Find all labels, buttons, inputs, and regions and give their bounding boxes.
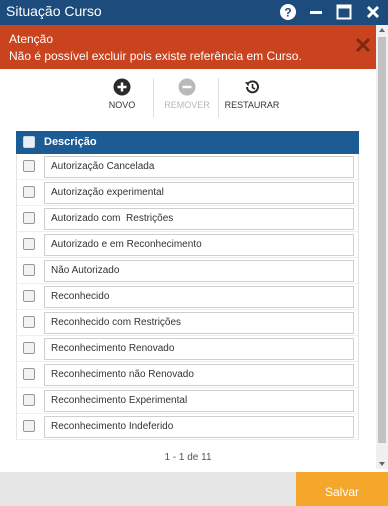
grid-body: Autorização Cancelada Autorização experim… bbox=[16, 154, 359, 440]
table-row[interactable]: Reconhecimento Experimental bbox=[16, 388, 359, 414]
description-cell[interactable]: Autorizado com Restrições bbox=[44, 208, 354, 230]
description-cell[interactable]: Não Autorizado bbox=[44, 260, 354, 282]
maximize-icon[interactable] bbox=[335, 3, 353, 21]
table-row[interactable]: Autorização experimental bbox=[16, 180, 359, 206]
new-button[interactable]: NOVO bbox=[104, 78, 140, 110]
data-grid: Descrição Autorização Cancelada Autorizaç… bbox=[16, 131, 359, 440]
description-cell[interactable]: Reconhecimento Experimental bbox=[44, 390, 354, 412]
new-button-label: NOVO bbox=[108, 100, 136, 110]
description-cell[interactable]: Reconhecimento Renovado bbox=[44, 338, 354, 360]
save-button[interactable]: Salvar bbox=[296, 472, 388, 506]
table-row[interactable]: Reconhecido com Restrições bbox=[16, 310, 359, 336]
alert-banner: Atenção Não é possível excluir pois exis… bbox=[0, 25, 376, 69]
description-cell[interactable]: Autorizado e em Reconhecimento bbox=[44, 234, 354, 256]
description-cell[interactable]: Reconhecimento Indeferido bbox=[44, 416, 354, 438]
remove-button[interactable]: REMOVER bbox=[160, 78, 214, 110]
restore-button-label: RESTAURAR bbox=[224, 100, 280, 110]
row-checkbox[interactable] bbox=[23, 186, 35, 198]
pagination-info: 1 - 1 de 11 bbox=[164, 452, 212, 463]
description-cell[interactable]: Reconhecido com Restrições bbox=[44, 312, 354, 334]
row-checkbox[interactable] bbox=[23, 238, 35, 250]
table-row[interactable]: Autorizado com Restrições bbox=[16, 206, 359, 232]
toolbar-separator bbox=[218, 78, 219, 118]
alert-title: Atenção bbox=[9, 32, 54, 46]
remove-button-label: REMOVER bbox=[164, 100, 210, 110]
table-row[interactable]: Reconhecimento Indeferido bbox=[16, 414, 359, 440]
row-checkbox[interactable] bbox=[23, 212, 35, 224]
alert-message: Não é possível excluir pois existe refer… bbox=[9, 49, 302, 63]
restore-history-icon bbox=[245, 80, 259, 94]
row-checkbox[interactable] bbox=[23, 394, 35, 406]
vertical-scrollbar[interactable] bbox=[376, 25, 388, 469]
close-window-icon[interactable] bbox=[364, 3, 382, 21]
table-row[interactable]: Reconhecimento não Renovado bbox=[16, 362, 359, 388]
table-row[interactable]: Reconhecido bbox=[16, 284, 359, 310]
svg-text:?: ? bbox=[284, 6, 291, 20]
row-checkbox[interactable] bbox=[23, 290, 35, 302]
row-checkbox[interactable] bbox=[23, 342, 35, 354]
table-row[interactable]: Não Autorizado bbox=[16, 258, 359, 284]
table-row[interactable]: Autorização Cancelada bbox=[16, 154, 359, 180]
description-cell[interactable]: Autorização Cancelada bbox=[44, 156, 354, 178]
window-title: Situação Curso bbox=[6, 3, 102, 19]
scroll-up-icon[interactable] bbox=[379, 28, 385, 32]
close-alert-icon[interactable] bbox=[355, 37, 371, 53]
minimize-icon[interactable] bbox=[307, 3, 325, 21]
window-titlebar: Situação Curso ? bbox=[0, 0, 388, 25]
scroll-thumb[interactable] bbox=[378, 37, 386, 443]
grid-header: Descrição bbox=[16, 131, 359, 154]
toolbar: NOVO REMOVER RESTAURAR bbox=[0, 72, 376, 122]
plus-circle-icon bbox=[113, 78, 131, 96]
minus-circle-icon bbox=[178, 78, 196, 96]
select-all-checkbox[interactable] bbox=[23, 136, 35, 148]
row-checkbox[interactable] bbox=[23, 420, 35, 432]
description-cell[interactable]: Reconhecimento não Renovado bbox=[44, 364, 354, 386]
help-icon[interactable]: ? bbox=[279, 3, 297, 21]
table-row[interactable]: Autorizado e em Reconhecimento bbox=[16, 232, 359, 258]
scroll-down-icon[interactable] bbox=[379, 462, 385, 466]
restore-button[interactable]: RESTAURAR bbox=[222, 78, 282, 110]
row-checkbox[interactable] bbox=[23, 264, 35, 276]
row-checkbox[interactable] bbox=[23, 316, 35, 328]
row-checkbox[interactable] bbox=[23, 160, 35, 172]
column-header-descricao[interactable]: Descrição bbox=[44, 136, 97, 148]
row-checkbox[interactable] bbox=[23, 368, 35, 380]
toolbar-separator bbox=[153, 78, 154, 118]
description-cell[interactable]: Reconhecido bbox=[44, 286, 354, 308]
description-cell[interactable]: Autorização experimental bbox=[44, 182, 354, 204]
table-row[interactable]: Reconhecimento Renovado bbox=[16, 336, 359, 362]
